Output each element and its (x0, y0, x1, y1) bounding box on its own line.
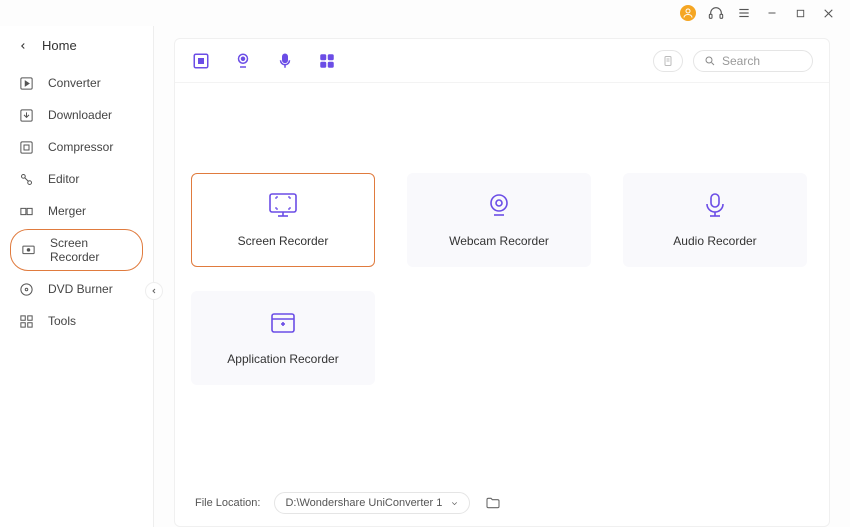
user-avatar-icon[interactable] (680, 5, 696, 21)
maximize-button[interactable] (792, 5, 808, 21)
webcam-recorder-card-icon (484, 192, 514, 218)
sidebar-item-label: Screen Recorder (50, 236, 132, 264)
sidebar-item-converter[interactable]: Converter (0, 67, 153, 99)
card-label: Screen Recorder (238, 234, 329, 248)
compressor-icon (18, 139, 34, 155)
recorder-cards-area: Screen Recorder Webcam Recorder Audio Re… (175, 83, 829, 480)
sidebar-item-editor[interactable]: Editor (0, 163, 153, 195)
mode-webcam-icon[interactable] (233, 51, 253, 71)
sidebar-item-label: Converter (48, 76, 101, 90)
toolbar-right: Search (653, 50, 813, 72)
dvd-burner-icon (18, 281, 34, 297)
tools-icon (18, 313, 34, 329)
audio-recorder-card-icon (700, 192, 730, 218)
card-webcam-recorder[interactable]: Webcam Recorder (407, 173, 591, 267)
sidebar-item-merger[interactable]: Merger (0, 195, 153, 227)
sidebar-item-tools[interactable]: Tools (0, 305, 153, 337)
card-label: Webcam Recorder (449, 234, 549, 248)
mode-apps-icon[interactable] (317, 51, 337, 71)
titlebar (0, 0, 850, 26)
open-folder-button[interactable] (484, 494, 502, 512)
merger-icon (18, 203, 34, 219)
file-location-dropdown[interactable]: D:\Wondershare UniConverter 1 (274, 492, 470, 514)
sidebar-item-dvd-burner[interactable]: DVD Burner (0, 273, 153, 305)
sidebar: Home Converter Downloader Compressor (0, 26, 154, 527)
app-window: Home Converter Downloader Compressor (0, 0, 850, 527)
content-panel: Search Screen Recorder (174, 38, 830, 527)
card-audio-recorder[interactable]: Audio Recorder (623, 173, 807, 267)
sidebar-item-label: Tools (48, 314, 76, 328)
toolbar: Search (175, 39, 829, 83)
card-label: Audio Recorder (673, 234, 756, 248)
sidebar-item-label: Downloader (48, 108, 112, 122)
sidebar-item-downloader[interactable]: Downloader (0, 99, 153, 131)
main-area: Search Screen Recorder (154, 26, 850, 527)
mode-screen-icon[interactable] (191, 51, 211, 71)
sidebar-item-compressor[interactable]: Compressor (0, 131, 153, 163)
sidebar-item-label: Editor (48, 172, 79, 186)
converter-icon (18, 75, 34, 91)
app-body: Home Converter Downloader Compressor (0, 26, 850, 527)
sidebar-item-label: Compressor (48, 140, 113, 154)
editor-icon (18, 171, 34, 187)
downloader-icon (18, 107, 34, 123)
close-button[interactable] (820, 5, 836, 21)
sidebar-collapse-button[interactable] (145, 282, 163, 300)
recordings-list-button[interactable] (653, 50, 683, 72)
card-application-recorder[interactable]: Application Recorder (191, 291, 375, 385)
home-nav[interactable]: Home (0, 38, 153, 67)
screen-recorder-icon (21, 242, 36, 258)
mode-audio-icon[interactable] (275, 51, 295, 71)
search-placeholder: Search (722, 54, 760, 68)
home-label: Home (42, 38, 77, 53)
hamburger-menu-icon[interactable] (736, 5, 752, 21)
search-icon (704, 55, 716, 67)
file-location-value: D:\Wondershare UniConverter 1 (285, 497, 442, 509)
screen-recorder-card-icon (268, 192, 298, 218)
search-box[interactable]: Search (693, 50, 813, 72)
card-screen-recorder[interactable]: Screen Recorder (191, 173, 375, 267)
chevron-down-icon (450, 499, 459, 508)
toolbar-mode-icons (191, 51, 337, 71)
sidebar-item-screen-recorder[interactable]: Screen Recorder (10, 229, 143, 271)
sidebar-item-label: Merger (48, 204, 86, 218)
sidebar-item-label: DVD Burner (48, 282, 113, 296)
application-recorder-card-icon (268, 310, 298, 336)
bottom-bar: File Location: D:\Wondershare UniConvert… (175, 480, 829, 526)
minimize-button[interactable] (764, 5, 780, 21)
card-label: Application Recorder (227, 352, 338, 366)
file-location-label: File Location: (195, 497, 260, 509)
back-arrow-icon (18, 41, 28, 51)
headset-icon[interactable] (708, 5, 724, 21)
